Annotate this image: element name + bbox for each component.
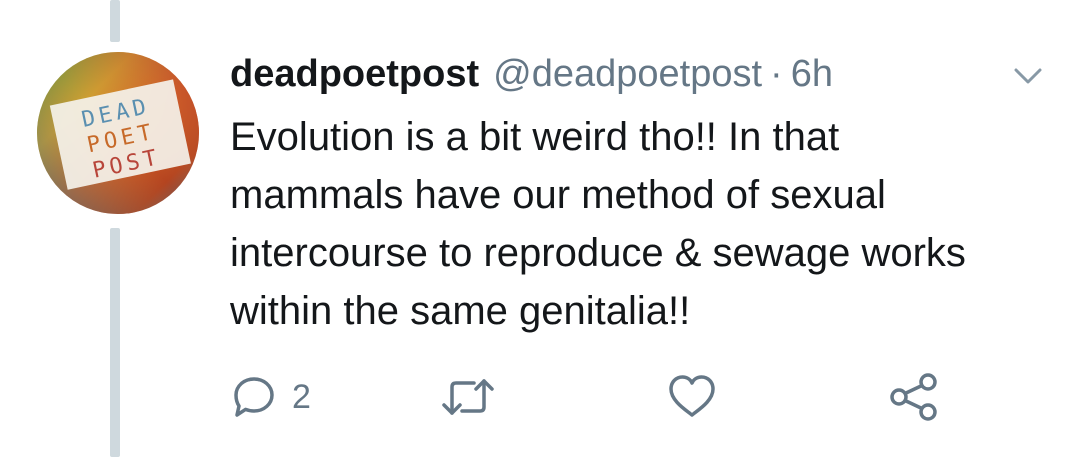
like-button[interactable] — [666, 372, 732, 422]
chevron-down-icon — [1014, 68, 1042, 84]
action-bar: 2 — [230, 372, 950, 422]
display-name[interactable]: deadpoetpost — [230, 52, 479, 96]
heart-icon — [669, 375, 715, 417]
reply-count: 2 — [292, 377, 311, 416]
tweet-header: deadpoetpost @deadpoetpost · 6h — [230, 52, 833, 96]
user-handle[interactable]: @deadpoetpost — [493, 52, 762, 96]
separator-dot: · — [770, 53, 783, 95]
reply-button[interactable]: 2 — [230, 372, 311, 422]
tweet-menu-button[interactable] — [1010, 64, 1046, 88]
thread-connector-bottom — [110, 228, 120, 457]
reply-icon — [234, 377, 274, 417]
thread-connector-top — [110, 0, 120, 42]
tweet-text: Evolution is a bit weird tho!! In that m… — [230, 115, 966, 333]
share-icon — [890, 373, 937, 421]
share-button[interactable] — [888, 372, 940, 422]
timestamp[interactable]: 6h — [791, 52, 833, 96]
avatar-image: DEAD POET POST — [37, 52, 199, 214]
retweet-button[interactable] — [440, 372, 510, 422]
retweet-icon — [442, 379, 494, 415]
avatar[interactable]: DEAD POET POST — [37, 52, 199, 214]
tweet-card[interactable]: DEAD POET POST deadpoetpost @deadpoetpos… — [0, 0, 1080, 457]
